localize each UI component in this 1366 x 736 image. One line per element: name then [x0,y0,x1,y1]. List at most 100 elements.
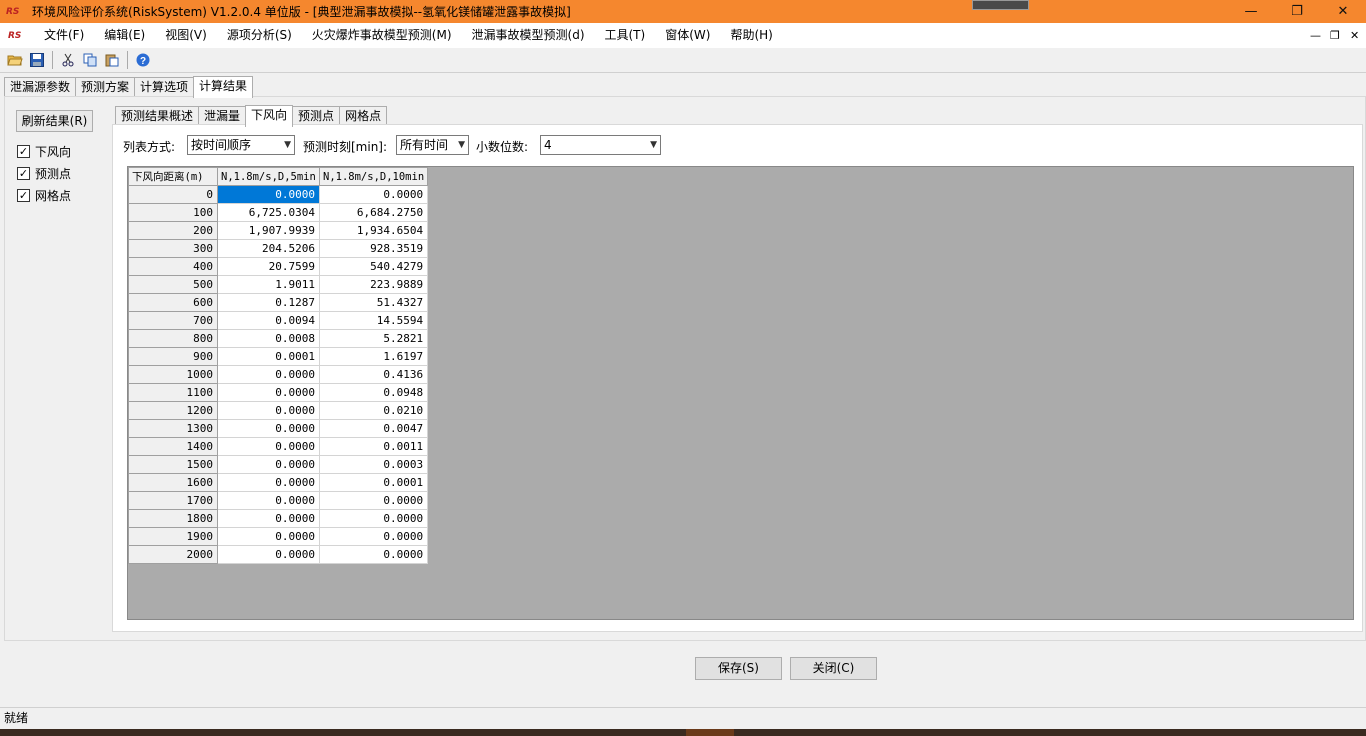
table-cell[interactable]: 0.0210 [318,401,429,420]
row-header-cell[interactable]: 600 [128,293,218,312]
row-header-cell[interactable]: 500 [128,275,218,294]
row-header-cell[interactable]: 1700 [128,491,218,510]
menu-edit[interactable]: 编辑(E) [94,23,155,48]
tab-leak-source-params[interactable]: 泄漏源参数 [4,77,77,97]
table-row[interactable]: 1700 0.0000 0.0000 [128,491,429,510]
tab-calc-results[interactable]: 计算结果 [193,76,254,98]
minimize-button[interactable]: — [1228,0,1274,23]
table-cell[interactable]: 5.2821 [318,329,429,348]
table-cell[interactable]: 0.0000 [217,509,320,528]
table-cell[interactable]: 0.0000 [318,509,429,528]
menu-fire-explosion[interactable]: 火灾爆炸事故模型预测(M) [302,23,462,48]
tab-prediction-points[interactable]: 预测点 [292,106,341,126]
table-cell[interactable]: 0.0000 [318,527,429,546]
table-row[interactable]: 900 0.0001 1.6197 [128,347,429,366]
table-cell[interactable]: 20.7599 [217,257,320,276]
row-header-cell[interactable]: 1000 [128,365,218,384]
checkbox-checked-icon[interactable]: ✓ [17,145,30,158]
tab-leak-amount[interactable]: 泄漏量 [198,106,247,126]
table-cell[interactable]: 1.6197 [318,347,429,366]
paste-button[interactable] [102,50,122,70]
mdi-child-icon[interactable]: RS [8,31,22,41]
checkbox-downwind[interactable]: ✓ 下风向 [17,143,71,160]
row-header-cell[interactable]: 900 [128,347,218,366]
table-cell[interactable]: 0.0011 [318,437,429,456]
table-row[interactable]: 400 20.7599 540.4279 [128,257,429,276]
save-toolbar-button[interactable] [27,50,47,70]
row-header-cell[interactable]: 200 [128,221,218,240]
table-cell[interactable]: 928.3519 [318,239,429,258]
table-cell[interactable]: 6,684.2750 [318,203,429,222]
tab-results-overview[interactable]: 预测结果概述 [115,106,200,126]
table-cell[interactable]: 6,725.0304 [217,203,320,222]
table-cell[interactable]: 0.0948 [318,383,429,402]
maximize-button[interactable]: ❐ [1274,0,1320,23]
table-cell[interactable]: 0.0001 [318,473,429,492]
checkbox-prediction-points[interactable]: ✓ 预测点 [17,165,71,182]
menu-window[interactable]: 窗体(W) [655,23,720,48]
table-cell[interactable]: 0.0094 [217,311,320,330]
table-row[interactable]: 200 1,907.9939 1,934.6504 [128,221,429,240]
row-header-cell[interactable]: 100 [128,203,218,222]
table-row[interactable]: 1800 0.0000 0.0000 [128,509,429,528]
table-cell[interactable]: 0.0001 [217,347,320,366]
menu-view[interactable]: 视图(V) [155,23,217,48]
table-cell[interactable]: 0.0008 [217,329,320,348]
menu-leak-prediction[interactable]: 泄漏事故模型预测(d) [462,23,595,48]
row-header-cell[interactable]: 300 [128,239,218,258]
menu-help[interactable]: 帮助(H) [720,23,782,48]
table-row[interactable]: 500 1.9011 223.9889 [128,275,429,294]
row-header-cell[interactable]: 1900 [128,527,218,546]
table-row[interactable]: 1000 0.0000 0.4136 [128,365,429,384]
tab-grid-points[interactable]: 网格点 [339,106,388,126]
mdi-minimize-button[interactable]: — [1310,23,1321,48]
column-header[interactable]: 下风向距离(m) [128,167,218,186]
row-header-cell[interactable]: 1400 [128,437,218,456]
table-row[interactable]: 1500 0.0000 0.0003 [128,455,429,474]
column-header[interactable]: N,1.8m/s,D,5min [217,167,320,186]
save-button[interactable]: 保存(S) [695,657,782,680]
table-row[interactable]: 1400 0.0000 0.0011 [128,437,429,456]
table-row[interactable]: 600 0.1287 51.4327 [128,293,429,312]
table-cell[interactable]: 0.0000 [217,185,320,204]
table-cell[interactable]: 0.0000 [318,185,429,204]
table-cell[interactable]: 0.0000 [217,365,320,384]
table-cell[interactable]: 204.5206 [217,239,320,258]
table-cell[interactable]: 540.4279 [318,257,429,276]
row-header-cell[interactable]: 1800 [128,509,218,528]
table-row[interactable]: 1100 0.0000 0.0948 [128,383,429,402]
table-row[interactable]: 0 0.0000 0.0000 [128,185,429,204]
menu-tools[interactable]: 工具(T) [595,23,656,48]
menu-source-analysis[interactable]: 源项分析(S) [217,23,302,48]
table-cell[interactable]: 1.9011 [217,275,320,294]
prediction-time-select[interactable]: 所有时间 ▼ [396,135,469,155]
table-cell[interactable]: 0.0000 [217,401,320,420]
table-cell[interactable]: 1,934.6504 [318,221,429,240]
table-cell[interactable]: 0.0047 [318,419,429,438]
table-cell[interactable]: 0.0000 [217,491,320,510]
title-bar[interactable]: RS 环境风险评价系统(RiskSystem) V1.2.0.4 单位版 - [… [0,0,1366,23]
table-cell[interactable]: 0.0000 [217,419,320,438]
tab-calc-options[interactable]: 计算选项 [134,77,195,97]
menu-file[interactable]: 文件(F) [34,23,94,48]
table-cell[interactable]: 0.4136 [318,365,429,384]
row-header-cell[interactable]: 0 [128,185,218,204]
row-header-cell[interactable]: 400 [128,257,218,276]
list-mode-select[interactable]: 按时间顺序 ▼ [187,135,295,155]
table-row[interactable]: 1900 0.0000 0.0000 [128,527,429,546]
table-row[interactable]: 2000 0.0000 0.0000 [128,545,429,564]
table-row[interactable]: 1200 0.0000 0.0210 [128,401,429,420]
table-row[interactable]: 800 0.0008 5.2821 [128,329,429,348]
table-row[interactable]: 100 6,725.0304 6,684.2750 [128,203,429,222]
close-button[interactable]: 关闭(C) [790,657,877,680]
table-cell[interactable]: 223.9889 [318,275,429,294]
table-cell[interactable]: 0.0000 [217,473,320,492]
help-button[interactable]: ? [133,50,153,70]
row-header-cell[interactable]: 1100 [128,383,218,402]
row-header-cell[interactable]: 1300 [128,419,218,438]
table-cell[interactable]: 0.0003 [318,455,429,474]
row-header-cell[interactable]: 700 [128,311,218,330]
checkbox-checked-icon[interactable]: ✓ [17,189,30,202]
table-cell[interactable]: 0.1287 [217,293,320,312]
table-cell[interactable]: 0.0000 [318,491,429,510]
